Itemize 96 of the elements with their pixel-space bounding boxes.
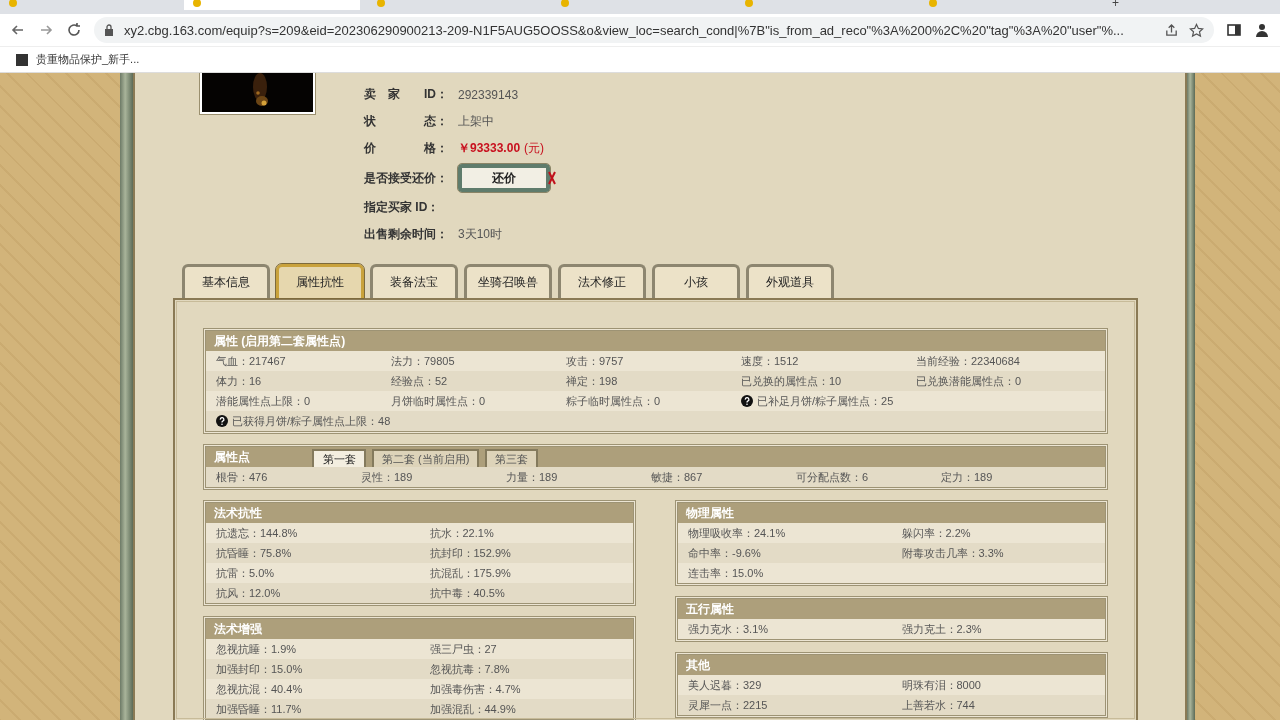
stat-text: 躲闪率：2.2% <box>900 525 972 541</box>
section-header: 属性 (启用第二套属性点) <box>206 331 1105 351</box>
stat-text: 定力：189 <box>940 469 994 485</box>
reload-icon[interactable] <box>66 22 82 38</box>
price-value: ￥93333.00 <box>458 140 521 157</box>
stat-text: 力量：189 <box>505 469 559 485</box>
address-field[interactable]: xy2.cbg.163.com/equip?s=209&eid=202306290900213-209-N1F5AUG5OOSS&o&view_loc=search_cond|%7B"is_from_ad_reco"%3A%200%2C%20"tag"%3A%20"user"%... <box>94 17 1214 43</box>
tab[interactable]: 坐骑召唤兽 <box>464 264 552 298</box>
tab[interactable]: 外观道具 <box>746 264 834 298</box>
stat-text: 明珠有泪：8000 <box>900 677 982 693</box>
stat-text: 根骨：476 <box>215 469 269 485</box>
tab[interactable]: 法术修正 <box>558 264 646 298</box>
stat-text: 物理吸收率：24.1% <box>687 525 787 541</box>
stat-text: 加强封印：15.0% <box>215 661 304 677</box>
stat-text: 抗封印：152.9% <box>428 545 512 561</box>
stat-text: 加强昏睡：11.7% <box>215 701 303 717</box>
stat-text: 加强毒伤害：4.7% <box>428 681 522 697</box>
star-icon[interactable] <box>1189 22 1204 38</box>
field-label: 是否接受还价： <box>364 169 449 187</box>
field-label: 指定买家 ID： <box>364 199 441 216</box>
page-icon <box>744 0 754 8</box>
stat-text: 可分配点数：6 <box>795 469 870 485</box>
section-header: 其他 <box>678 655 1105 675</box>
stat-text: 忽视抗睡：1.9% <box>215 641 298 657</box>
section-header: 法术增强 <box>206 619 633 639</box>
stat-text: 粽子临时属性点：0 <box>566 393 661 409</box>
stat-text: 强力克土：2.3% <box>900 621 983 637</box>
field-value: 上架中 <box>458 113 494 130</box>
stat-text: 已获得月饼/粽子属性点上限：48 <box>232 413 391 429</box>
stat-text: 抗风：12.0% <box>215 585 282 601</box>
page-icon <box>376 0 386 8</box>
stat-text: 体力：16 <box>216 373 262 389</box>
stat-text: 禅定：198 <box>566 373 618 389</box>
field-label: 卖 家 ID： <box>364 86 449 103</box>
stat-text: 加强混乱：44.9% <box>428 701 517 717</box>
ribbon-icon <box>547 171 557 185</box>
stat-text: 抗雷：5.0% <box>215 565 276 581</box>
share-icon[interactable] <box>1164 22 1179 38</box>
bookmark-icon <box>16 53 28 66</box>
stat-text: 抗水：22.1% <box>428 525 495 541</box>
price-unit: (元) <box>524 140 545 157</box>
section-header: 法术抗性 <box>206 503 633 523</box>
help-icon[interactable] <box>216 415 228 427</box>
stat-text: 气血：217467 <box>216 353 286 369</box>
stat-text: 当前经验：22340684 <box>916 353 1020 369</box>
stat-text: 抗遗忘：144.8% <box>215 525 299 541</box>
stat-text: 法力：79805 <box>391 353 455 369</box>
stat-text: 美人迟暮：329 <box>687 677 763 693</box>
stat-text: 忽视抗毒：7.8% <box>428 661 511 677</box>
tab[interactable]: 小孩 <box>652 264 740 298</box>
stat-text: 抗混乱：175.9% <box>428 565 512 581</box>
stat-text: 命中率：-9.6% <box>687 545 762 561</box>
stat-text: 速度：1512 <box>741 353 799 369</box>
set-tab[interactable]: 第一套 <box>312 449 366 467</box>
new-tab-button[interactable]: + <box>1104 0 1127 9</box>
stat-text: 敏捷：867 <box>650 469 704 485</box>
lock-icon <box>104 24 114 36</box>
counter-offer-button[interactable]: 还价 <box>458 164 550 192</box>
stat-text: 经验点：52 <box>391 373 448 389</box>
field-value: 292339143 <box>458 87 519 102</box>
stat-text: 连击率：15.0% <box>687 565 765 581</box>
profile-icon[interactable] <box>1254 22 1270 38</box>
bookmark[interactable]: 贵重物品保护_新手... <box>16 52 140 67</box>
section-header: 物理属性 <box>678 503 1105 523</box>
stat-text: 强三尸虫：27 <box>428 641 498 657</box>
stat-text: 上善若水：744 <box>900 697 976 713</box>
set-tab[interactable]: 第二套 (当前启用) <box>372 449 480 467</box>
tab[interactable]: 基本信息 <box>182 264 270 298</box>
stat-text: 抗昏睡：75.8% <box>215 545 293 561</box>
field-value: 3天10时 <box>458 226 503 243</box>
tab[interactable]: 属性抗性 <box>276 264 364 298</box>
page-icon <box>560 0 570 8</box>
stat-text: 月饼临时属性点：0 <box>391 393 486 409</box>
field-label: 价 格： <box>364 140 449 157</box>
stat-text: 已兑换潜能属性点：0 <box>916 373 1022 389</box>
page-icon <box>8 0 18 8</box>
sidebar-icon[interactable] <box>1226 22 1242 38</box>
stat-text: 攻击：9757 <box>566 353 624 369</box>
field-label: 状 态： <box>364 113 449 130</box>
section-title: 属性点 <box>213 449 251 466</box>
help-icon[interactable] <box>741 395 753 407</box>
page-icon <box>928 0 938 8</box>
stat-text: 灵犀一点：2215 <box>687 697 769 713</box>
stat-text: 已兑换的属性点：10 <box>741 373 842 389</box>
field-label: 出售剩余时间： <box>364 226 449 243</box>
stat-text: 附毒攻击几率：3.3% <box>900 545 1005 561</box>
page-icon <box>192 0 202 8</box>
section-header: 五行属性 <box>678 599 1105 619</box>
set-tab[interactable]: 第三套 <box>485 449 539 467</box>
tab[interactable]: 装备法宝 <box>370 264 458 298</box>
stat-text: 已补足月饼/粽子属性点：25 <box>757 393 894 409</box>
stat-text: 抗中毒：40.5% <box>428 585 506 601</box>
stat-text: 灵性：189 <box>360 469 414 485</box>
stat-text: 忽视抗混：40.4% <box>215 681 304 697</box>
stat-text: 潜能属性点上限：0 <box>216 393 311 409</box>
stat-text: 强力克水：3.1% <box>687 621 770 637</box>
